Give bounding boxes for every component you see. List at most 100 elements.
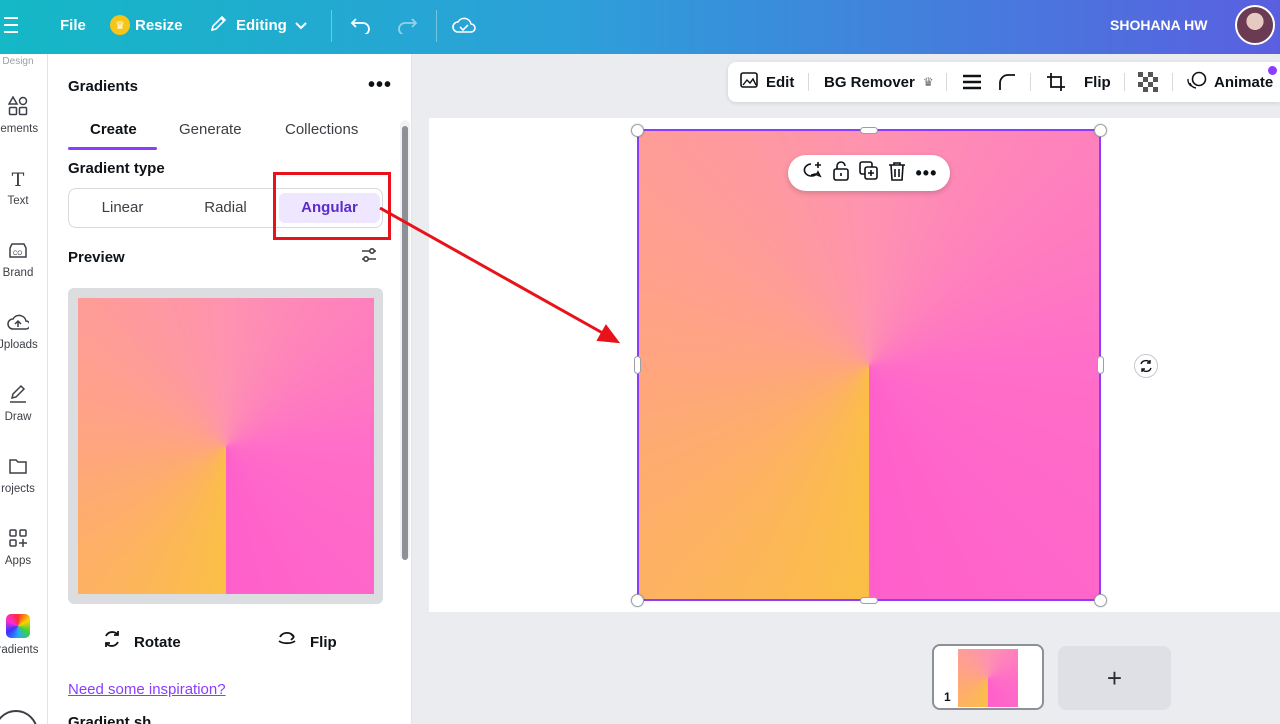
cloud-save-icon[interactable]	[452, 0, 476, 50]
rail-label: Draw	[4, 411, 32, 423]
flip-button[interactable]: Flip	[276, 629, 337, 655]
panel-title: Gradients	[68, 78, 139, 95]
page-thumbnail-image	[958, 649, 1018, 707]
avatar[interactable]	[1235, 5, 1275, 45]
rotate-icon	[102, 629, 122, 655]
resize-handle-bottom-left[interactable]	[631, 594, 644, 607]
border-style-icon[interactable]	[962, 62, 982, 102]
gradient-type-label: Gradient type	[68, 160, 165, 177]
undo-icon[interactable]	[350, 0, 372, 50]
active-tab-indicator	[68, 147, 157, 150]
selection-border	[637, 129, 1101, 601]
bg-remover-button[interactable]: BG Remover ♛	[824, 62, 934, 102]
toolbar-divider	[1172, 73, 1173, 91]
tab-generate[interactable]: Generate	[179, 121, 242, 138]
rail-label: radients	[0, 644, 39, 656]
resize-handle-bottom-right[interactable]	[1094, 594, 1107, 607]
image-edit-icon	[740, 71, 760, 93]
rail-item-uploads[interactable]: Jploads	[0, 312, 47, 351]
more-options-icon[interactable]: •••	[368, 74, 392, 97]
more-options-icon[interactable]: •••	[915, 163, 937, 184]
rotate-handle-icon[interactable]	[1134, 354, 1158, 378]
gradient-type-radial[interactable]: Radial	[176, 193, 275, 223]
panel-scrollbar[interactable]	[400, 120, 410, 560]
rail-label: Brand	[2, 267, 34, 279]
lock-icon[interactable]	[832, 160, 850, 186]
resize-handle-bottom[interactable]	[860, 597, 878, 604]
toolbar-divider	[946, 73, 947, 91]
rail-item-text[interactable]: T Text	[0, 168, 47, 207]
corner-rounding-icon[interactable]	[998, 62, 1016, 102]
elements-icon	[0, 95, 47, 120]
rail-label: Jploads	[0, 339, 38, 351]
annotation-highlight-box	[273, 172, 391, 240]
rail-item-design[interactable]: Design	[0, 56, 47, 67]
crown-icon: ♛	[110, 15, 130, 35]
inspiration-link[interactable]: Need some inspiration?	[68, 681, 226, 698]
trash-icon[interactable]	[888, 161, 906, 186]
tab-create[interactable]: Create	[90, 121, 137, 138]
resize-handle-top-right[interactable]	[1094, 124, 1107, 137]
user-name[interactable]: SHOHANA HW	[1110, 0, 1207, 50]
resize-handle-left[interactable]	[634, 356, 641, 374]
gradient-type-linear[interactable]: Linear	[73, 193, 172, 223]
editing-label: Editing	[236, 16, 287, 34]
flip-image-button[interactable]: Flip	[1084, 62, 1111, 102]
gradients-panel: Gradients ••• Create Generate Collection…	[48, 54, 412, 724]
brand-icon: CO	[0, 240, 47, 264]
rail-label: Text	[7, 195, 29, 207]
edit-label: Edit	[766, 73, 795, 91]
rail-label: Apps	[4, 555, 32, 567]
toolbar-divider	[808, 73, 809, 91]
toolbar-divider	[331, 10, 332, 42]
resize-handle-right[interactable]	[1097, 356, 1104, 374]
context-toolbar: Edit BG Remover ♛ Flip Animate	[728, 62, 1280, 102]
transparency-icon[interactable]	[1138, 62, 1158, 102]
rail-item-elements[interactable]: lements	[0, 95, 47, 135]
file-menu-button[interactable]: File	[60, 0, 86, 50]
svg-text:CO: CO	[13, 251, 22, 257]
flip-icon	[276, 629, 298, 655]
animate-label: Animate	[1214, 73, 1274, 91]
side-rail: Design lements T Text CO Brand Jploads D…	[0, 54, 48, 724]
animate-icon	[1186, 70, 1208, 94]
flip-label: Flip	[310, 633, 337, 651]
redo-icon[interactable]	[396, 0, 418, 50]
text-icon: T	[11, 169, 25, 191]
editing-mode-button[interactable]: Editing	[210, 0, 307, 50]
resize-handle-top-left[interactable]	[631, 124, 644, 137]
draw-icon	[0, 384, 47, 408]
rail-item-projects[interactable]: rojects	[0, 456, 47, 495]
rail-item-gradients[interactable]: radients	[0, 614, 47, 656]
rotate-button[interactable]: Rotate	[102, 629, 181, 655]
crop-icon[interactable]	[1046, 62, 1066, 102]
add-page-button[interactable]: +	[1058, 646, 1171, 710]
comment-add-icon[interactable]	[801, 161, 823, 186]
animate-button[interactable]: Animate	[1186, 62, 1273, 102]
tab-collections[interactable]: Collections	[285, 121, 358, 138]
preview-label: Preview	[68, 249, 125, 266]
resize-handle-top[interactable]	[860, 127, 878, 134]
gradient-preview-frame	[68, 288, 383, 604]
rail-item-brand[interactable]: CO Brand	[0, 240, 47, 279]
element-floating-toolbar: •••	[788, 155, 950, 191]
page-number: 1	[944, 690, 951, 704]
resize-label: Resize	[135, 16, 183, 34]
top-bar: File ♛ Resize Editing SHOHANA HW	[0, 0, 1280, 54]
toolbar-divider	[436, 10, 437, 42]
duplicate-icon[interactable]	[859, 160, 879, 186]
adjust-sliders-icon[interactable]	[360, 246, 378, 269]
folder-icon	[0, 456, 47, 480]
rail-item-apps[interactable]: Apps	[0, 528, 47, 567]
rail-item-draw[interactable]: Draw	[0, 384, 47, 423]
edit-image-button[interactable]: Edit	[740, 62, 794, 102]
apps-icon	[0, 528, 47, 552]
chevron-down-icon	[295, 17, 307, 34]
page-thumbnail[interactable]: 1	[932, 644, 1044, 710]
scroll-thumb[interactable]	[402, 126, 408, 560]
gradient-icon	[6, 614, 30, 638]
menu-icon[interactable]	[4, 0, 28, 50]
more-apps-icon[interactable]	[0, 710, 38, 724]
resize-button[interactable]: ♛ Resize	[110, 0, 183, 50]
rail-label: lements	[0, 123, 39, 135]
